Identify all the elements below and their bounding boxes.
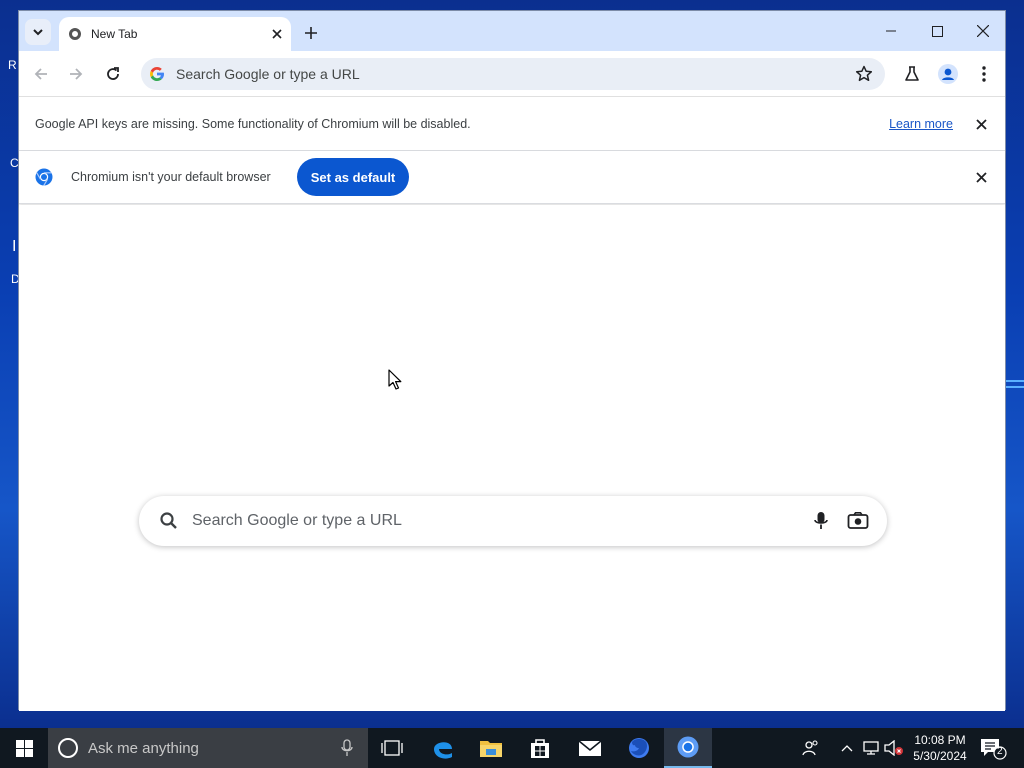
tab-search-button[interactable]: [25, 19, 51, 45]
start-button[interactable]: [0, 728, 48, 768]
new-tab-page: Search Google or type a URL: [19, 205, 1005, 711]
reload-button[interactable]: [101, 62, 125, 86]
chevron-up-icon: [841, 745, 853, 752]
mouse-cursor-icon: [388, 369, 402, 390]
kebab-menu-icon: [982, 66, 986, 82]
infobar-message: Google API keys are missing. Some functi…: [35, 117, 471, 131]
browser-window: New Tab Search Google or type a URL Goog…: [18, 10, 1006, 711]
desktop-icon-label: R: [8, 58, 17, 72]
close-icon: [272, 29, 282, 39]
forward-button[interactable]: [64, 62, 88, 86]
notification-count: 2: [997, 746, 1003, 757]
infobar-close-button[interactable]: [973, 169, 989, 185]
task-view-button[interactable]: [368, 728, 416, 768]
system-clock[interactable]: 10:08 PM 5/30/2024: [906, 732, 974, 764]
back-button[interactable]: [29, 62, 53, 86]
microphone-icon[interactable]: [340, 739, 354, 757]
windows-logo-icon: [15, 739, 33, 757]
tab-new-tab[interactable]: New Tab: [59, 17, 291, 51]
ntp-search-placeholder: Search Google or type a URL: [192, 512, 402, 529]
close-icon: [977, 25, 989, 37]
infobar-close-button[interactable]: [973, 116, 989, 132]
show-hidden-icons-button[interactable]: [837, 738, 857, 758]
action-center-button[interactable]: 2: [978, 736, 1008, 760]
avatar-icon: [938, 64, 958, 84]
set-as-default-button[interactable]: Set as default: [297, 158, 409, 196]
clock-time: 10:08 PM: [914, 733, 966, 747]
people-button[interactable]: [801, 738, 821, 758]
search-icon: [160, 512, 177, 529]
infobar-message: Chromium isn't your default browser: [71, 170, 271, 184]
camera-search-icon[interactable]: [847, 511, 869, 531]
store-icon: [531, 739, 549, 758]
ntp-search-box[interactable]: Search Google or type a URL: [139, 496, 887, 546]
new-tab-button[interactable]: [299, 21, 323, 45]
close-window-button[interactable]: [965, 19, 1001, 43]
taskbar-app-file-explorer[interactable]: [467, 728, 515, 768]
chromium-logo-icon: [35, 168, 53, 186]
cortana-icon: [58, 738, 78, 758]
taskbar-app-edge[interactable]: [419, 728, 467, 768]
maximize-button[interactable]: [919, 19, 955, 43]
arrow-right-icon: [70, 68, 83, 80]
bookmark-star-icon[interactable]: [855, 65, 873, 83]
maximize-icon: [931, 25, 943, 37]
close-icon: [975, 171, 987, 183]
tab-strip: New Tab: [19, 11, 1005, 51]
taskbar-search-placeholder: Ask me anything: [88, 740, 199, 757]
menu-button[interactable]: [972, 62, 996, 86]
plus-icon: [305, 27, 317, 39]
reload-icon: [107, 67, 119, 80]
toolbar: Search Google or type a URL: [19, 51, 1005, 97]
api-keys-infobar: Google API keys are missing. Some functi…: [19, 98, 1005, 151]
close-icon: [975, 118, 987, 130]
address-bar[interactable]: Search Google or type a URL: [141, 58, 885, 90]
google-g-icon: [150, 67, 164, 81]
desktop-icon-label: I: [12, 238, 17, 255]
clock-date: 5/30/2024: [913, 749, 967, 763]
taskbar-app-store[interactable]: [516, 728, 564, 768]
people-icon: [802, 740, 818, 756]
default-browser-infobar: Chromium isn't your default browser Set …: [19, 151, 1005, 204]
arrow-left-icon: [34, 68, 47, 80]
address-bar-placeholder: Search Google or type a URL: [176, 66, 360, 82]
taskbar-app-firefox[interactable]: [615, 728, 663, 768]
tab-title: New Tab: [91, 27, 138, 41]
chevron-down-icon: [33, 29, 43, 36]
chromium-favicon-icon: [69, 28, 81, 40]
mail-icon: [578, 740, 602, 756]
flask-icon: [905, 66, 919, 81]
network-button[interactable]: [861, 738, 881, 758]
minimize-icon: [886, 30, 896, 32]
microphone-icon[interactable]: [811, 511, 831, 531]
labs-button[interactable]: [900, 62, 924, 86]
notification-icon: [981, 739, 1007, 760]
volume-button[interactable]: [884, 738, 904, 758]
taskbar-app-chromium[interactable]: [664, 728, 712, 768]
taskbar-search-box[interactable]: Ask me anything: [48, 728, 368, 768]
chromium-icon: [677, 736, 699, 758]
tab-close-button[interactable]: [269, 26, 285, 42]
firefox-icon: [629, 738, 649, 758]
taskbar-app-mail[interactable]: [566, 728, 614, 768]
volume-muted-icon: [884, 740, 903, 756]
minimize-button[interactable]: [873, 19, 909, 43]
folder-icon: [480, 741, 502, 757]
task-view-icon: [381, 740, 403, 756]
profile-button[interactable]: [936, 62, 960, 86]
edge-icon: [434, 742, 452, 759]
taskbar: Ask me anything 10:08 PM 5/30/2024 2: [0, 728, 1024, 768]
learn-more-link[interactable]: Learn more: [889, 117, 953, 131]
network-icon: [863, 741, 879, 755]
wallpaper-accent: [1006, 380, 1024, 382]
